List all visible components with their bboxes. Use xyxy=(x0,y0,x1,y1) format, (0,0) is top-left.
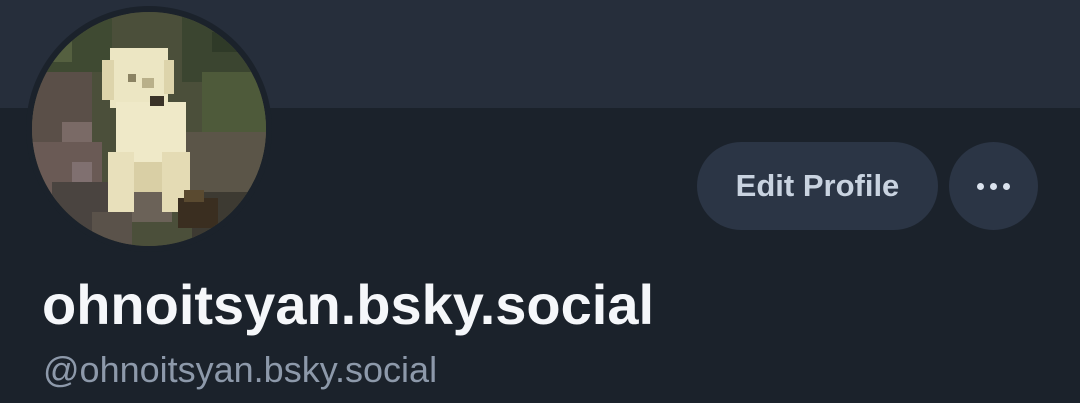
profile-display-name: ohnoitsyan.bsky.social xyxy=(42,273,655,336)
ellipsis-icon xyxy=(977,182,1010,190)
avatar[interactable] xyxy=(32,12,266,246)
avatar-image xyxy=(32,12,266,246)
more-options-button[interactable] xyxy=(949,142,1038,230)
edit-profile-button[interactable]: Edit Profile xyxy=(697,142,938,230)
profile-handle: @ohnoitsyan.bsky.social xyxy=(43,349,438,390)
